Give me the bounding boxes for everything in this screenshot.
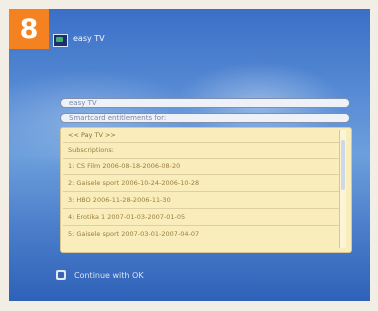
row-divider: [63, 142, 339, 143]
smartcard-entitlements-field[interactable]: Smartcard entitlements for:: [60, 113, 350, 123]
tv-screen: 8 easy TV easy TV Smartcard entitlements…: [9, 9, 370, 301]
list-item[interactable]: 4: Erotika 1 2007-01-03-2007-01-05: [68, 211, 185, 223]
row-divider: [63, 191, 339, 192]
screen-title: easy TV: [73, 34, 105, 43]
subscriptions-label: Subscriptions:: [68, 146, 114, 154]
row-divider: [63, 174, 339, 175]
tv-app-icon: [53, 34, 68, 47]
row-divider: [63, 208, 339, 209]
list-item[interactable]: 5: Gaisele sport 2007-03-01-2007-04-07: [68, 228, 199, 240]
service-field[interactable]: easy TV: [60, 98, 350, 108]
continue-hint: Continue with OK: [74, 271, 144, 280]
list-item[interactable]: 2: Gaisele sport 2006-10-24-2006-10-28: [68, 177, 199, 189]
scrollbar-thumb[interactable]: [341, 140, 345, 190]
scrollbar[interactable]: [339, 130, 346, 248]
entitlements-list: << Pay TV >> Subscriptions: 1: CS Film 2…: [60, 127, 352, 253]
ok-key-icon: [56, 270, 66, 280]
step-badge: 8: [9, 9, 49, 49]
pay-tv-header: << Pay TV >>: [68, 131, 116, 139]
list-item[interactable]: 1: CS Film 2006-08-18-2006-08-20: [68, 160, 180, 172]
row-divider: [63, 158, 339, 159]
list-item[interactable]: 3: HBO 2006-11-28-2006-11-30: [68, 194, 171, 206]
row-divider: [63, 225, 339, 226]
manual-figure-frame: 8 easy TV easy TV Smartcard entitlements…: [0, 0, 378, 311]
